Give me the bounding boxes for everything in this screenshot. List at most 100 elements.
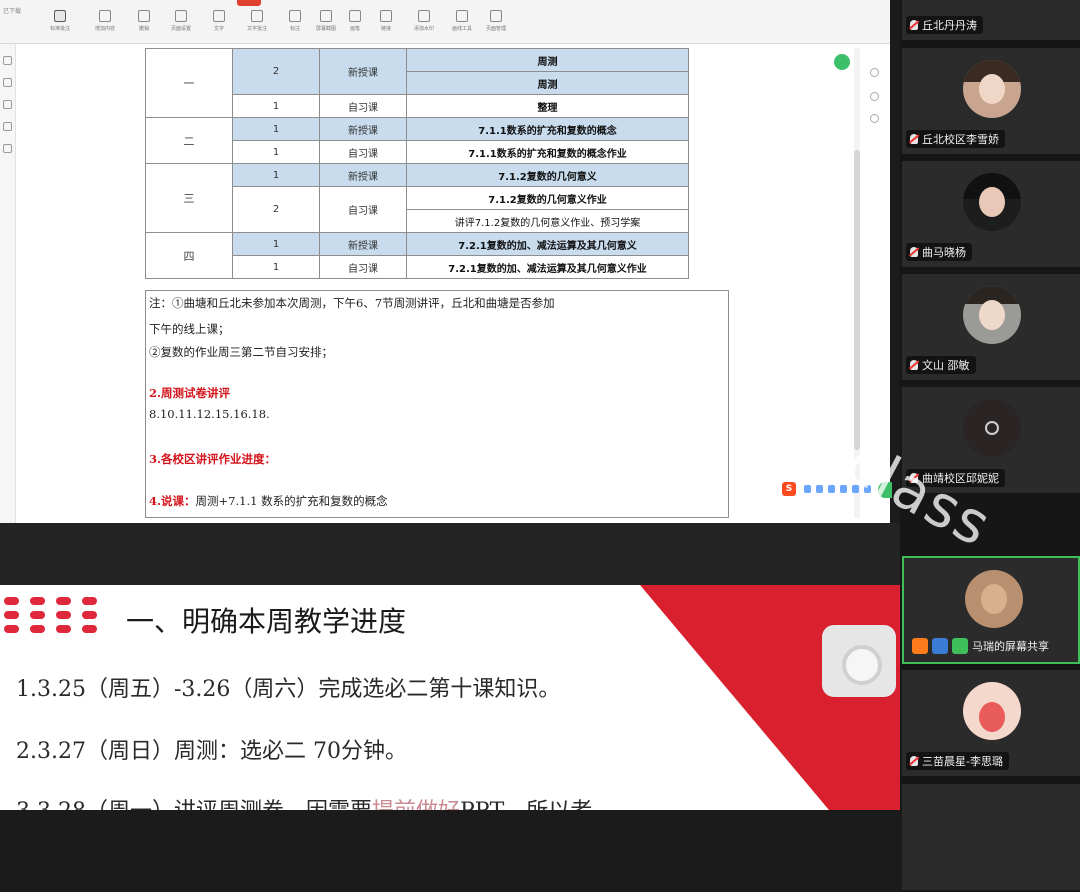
- notes-box: 注：①曲塘和丘北未参加本次周测，下午6、7节周测讲评，丘北和曲塘是否参加 下午的…: [145, 290, 729, 518]
- dot: [82, 611, 97, 619]
- avatar: [963, 286, 1021, 344]
- ime-keyboard-icon[interactable]: [840, 485, 847, 493]
- avatar: [963, 399, 1021, 457]
- day-cell: 二: [145, 117, 233, 164]
- dot: [56, 597, 71, 605]
- mic-off-icon: [910, 20, 918, 30]
- note-line-1: 注：①曲塘和丘北未参加本次周测，下午6、7节周测讲评，丘北和曲塘是否参加: [149, 296, 555, 310]
- ime-lang-icon[interactable]: [804, 485, 811, 493]
- participant-controls: 马瑞的屏幕共享: [912, 638, 1049, 654]
- pen-icon: [349, 10, 361, 22]
- toolbar-button-line-tool[interactable]: 画线工具: [448, 10, 476, 40]
- mic-off-icon: [910, 756, 918, 766]
- toolbar-button-add-content[interactable]: 增加内容: [91, 10, 119, 40]
- participant-tile[interactable]: 三苗晨星-李思璐: [902, 670, 1080, 778]
- participant-tile[interactable]: [902, 784, 1080, 892]
- text-icon: [213, 10, 225, 22]
- participant-tile[interactable]: 文山 邵敏: [902, 274, 1080, 382]
- day-cell: 三: [145, 163, 233, 233]
- participant-tile[interactable]: 曲马晓杨: [902, 161, 1080, 269]
- floating-green-icon[interactable]: [878, 482, 892, 498]
- ime-tools-icon[interactable]: [864, 485, 871, 493]
- text-annotation-icon: [251, 10, 263, 22]
- bookmark-icon[interactable]: [3, 56, 12, 65]
- dot: [30, 625, 45, 633]
- add-content-icon: [99, 10, 111, 22]
- user-icon[interactable]: [912, 638, 928, 654]
- scrollbar-thumb[interactable]: [854, 150, 860, 450]
- content-cell: 7.1.2复数的几何意义: [406, 163, 689, 187]
- link-icon: [380, 10, 392, 22]
- ime-skin-icon[interactable]: [852, 485, 859, 493]
- day-cell: 四: [145, 232, 233, 279]
- content-cell: 7.1.1数系的扩充和复数的概念: [406, 117, 689, 141]
- settings-icon[interactable]: [870, 92, 879, 101]
- content-cell: 讲评7.1.2复数的几何意义作业、预习学案: [406, 209, 689, 233]
- section-4-title: 4.说课：: [149, 494, 196, 508]
- section-2-body: 8.10.11.12.15.16.18.: [149, 407, 270, 421]
- content-cell: 整理: [406, 94, 689, 118]
- record-button-icon[interactable]: [822, 625, 896, 697]
- type-cell: 自习课: [319, 140, 407, 164]
- toolbar-button-screenshot[interactable]: 屏幕截图: [312, 10, 340, 40]
- dot: [82, 597, 97, 605]
- toolbar-button-mark[interactable]: 标注: [281, 10, 309, 40]
- toolbar-button-page-setup[interactable]: 页面设置: [167, 10, 195, 40]
- slide-line-1: 1.3.25（周五）-3.26（周六）完成选必二第十课知识。: [16, 677, 561, 702]
- mic-off-icon: [910, 134, 918, 144]
- count-cell: 2: [232, 186, 320, 233]
- search-icon[interactable]: [3, 144, 12, 153]
- screenshot-icon: [320, 10, 332, 22]
- avatar: [965, 570, 1023, 628]
- toolbar-left-label[interactable]: 已下载: [3, 6, 21, 17]
- dot: [56, 611, 71, 619]
- mic-off-icon: [910, 473, 918, 483]
- participant-name-bar: 三苗晨星-李思璐: [906, 752, 1009, 770]
- toolbar-button-link[interactable]: 链接: [372, 10, 400, 40]
- phone-icon: [985, 421, 999, 435]
- count-cell: 1: [232, 232, 320, 256]
- attachment-icon[interactable]: [3, 122, 12, 131]
- status-green-icon[interactable]: [834, 54, 850, 70]
- tools-icon[interactable]: [870, 114, 879, 123]
- comment-icon[interactable]: [3, 100, 12, 109]
- ime-mic-icon[interactable]: [828, 485, 835, 493]
- zoom-icon[interactable]: [870, 68, 879, 77]
- dot: [30, 597, 45, 605]
- ime-punct-icon[interactable]: [816, 485, 823, 493]
- toolbar-button-text[interactable]: 文字: [205, 10, 233, 40]
- participant-name: 曲马晓杨: [922, 246, 966, 259]
- input-method-toolbar[interactable]: S: [782, 482, 876, 496]
- participant-tile-sharing[interactable]: 马瑞的屏幕共享: [902, 556, 1080, 664]
- annotate-icon: [54, 10, 66, 22]
- participant-name: 马瑞的屏幕共享: [972, 640, 1049, 653]
- count-cell: 1: [232, 140, 320, 164]
- toolbar-button-pen[interactable]: 画笔: [341, 10, 369, 40]
- dot: [4, 611, 19, 619]
- type-cell: 自习课: [319, 255, 407, 279]
- toolbar-button-undo[interactable]: 撤销: [130, 10, 158, 40]
- page-setup-icon: [175, 10, 187, 22]
- mark-icon: [289, 10, 301, 22]
- thumbnail-icon[interactable]: [3, 78, 12, 87]
- participant-tile[interactable]: 丘北丹丹涛: [902, 0, 1080, 42]
- screen-share-icon[interactable]: [932, 638, 948, 654]
- toolbar-button-text-annotation[interactable]: 文字批注: [243, 10, 271, 40]
- schedule-table: 一 2 新授课 周测 周测 1 自习课 整理 二 1 新授课 7.1.1数系的扩…: [145, 48, 689, 279]
- avatar: [963, 60, 1021, 118]
- type-cell: 新授课: [319, 232, 407, 256]
- toolbar-button-watermark[interactable]: 添加水印: [410, 10, 438, 40]
- toolbar-button-page-manage[interactable]: 页面管理: [482, 10, 510, 40]
- participant-name: 曲靖校区邱妮妮: [922, 472, 999, 485]
- participant-name: 丘北校区李雪娇: [922, 133, 999, 146]
- participant-tile[interactable]: 丘北校区李雪娇: [902, 48, 1080, 156]
- participant-name: 丘北丹丹涛: [922, 19, 977, 32]
- slide-red-band: [640, 585, 900, 810]
- slide-line-3-part-a: 3.3.28（周一）讲评周测卷，因需要: [16, 799, 372, 810]
- sogou-ime-icon[interactable]: S: [782, 482, 796, 496]
- mic-on-icon[interactable]: [952, 638, 968, 654]
- participant-name-bar: 曲靖校区邱妮妮: [906, 469, 1005, 487]
- note-line-3: ②复数的作业周三第二节自习安排；: [149, 345, 333, 359]
- participant-tile[interactable]: 曲靖校区邱妮妮: [902, 387, 1080, 495]
- toolbar-button-annotate[interactable]: 标准批注: [46, 10, 74, 40]
